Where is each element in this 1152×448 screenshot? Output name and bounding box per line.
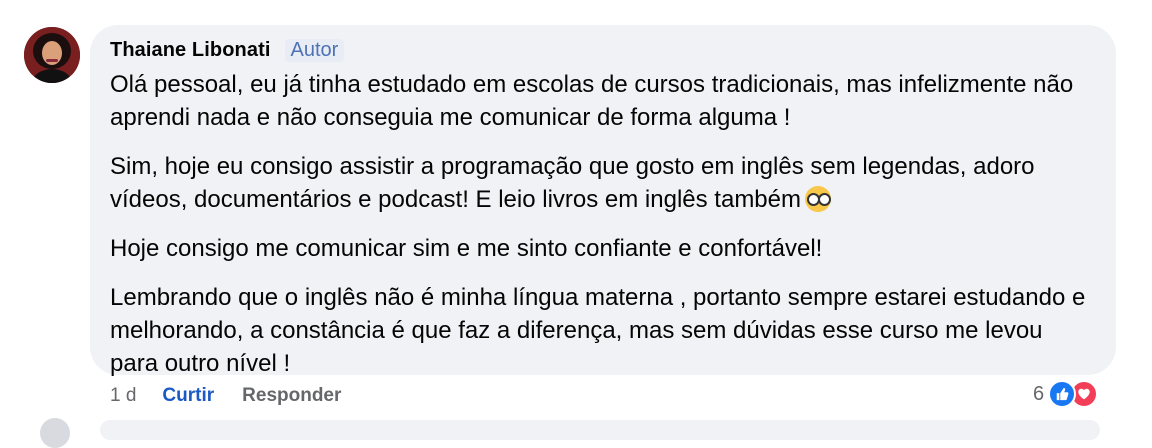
comment-paragraph-2: Sim, hoje eu consigo assistir a programa… bbox=[110, 150, 1096, 216]
comment-paragraph-1: Olá pessoal, eu já tinha estudado em esc… bbox=[110, 71, 1074, 131]
reactions-summary[interactable]: 6 bbox=[1033, 380, 1099, 408]
comment-header: Thaiane Libonati Autor bbox=[110, 39, 1096, 62]
next-comment-avatar[interactable] bbox=[40, 418, 70, 448]
thumbs-up-icon bbox=[1048, 380, 1077, 408]
comment-bubble: Thaiane Libonati Autor Olá pessoal, eu j… bbox=[90, 25, 1116, 377]
like-button[interactable]: Curtir bbox=[162, 385, 214, 407]
reply-button[interactable]: Responder bbox=[242, 385, 341, 407]
author-avatar[interactable] bbox=[24, 27, 80, 83]
avatar-photo bbox=[24, 27, 80, 83]
comment-actions: 1 d Curtir Responder bbox=[110, 385, 341, 407]
next-comment-bubble bbox=[100, 420, 1100, 440]
comment-paragraph-3: Hoje consigo me comunicar sim e me sinto… bbox=[110, 235, 823, 262]
author-badge: Autor bbox=[284, 39, 345, 62]
comment-paragraph-4: Lembrando que o inglês não é minha língu… bbox=[110, 284, 1086, 377]
comment-timestamp[interactable]: 1 d bbox=[110, 385, 136, 407]
reaction-count: 6 bbox=[1033, 382, 1045, 405]
author-name[interactable]: Thaiane Libonati bbox=[110, 39, 271, 62]
nerd-glasses-emoji-icon bbox=[805, 186, 831, 212]
comment-paragraph-2-text: Sim, hoje eu consigo assistir a programa… bbox=[110, 153, 1035, 213]
